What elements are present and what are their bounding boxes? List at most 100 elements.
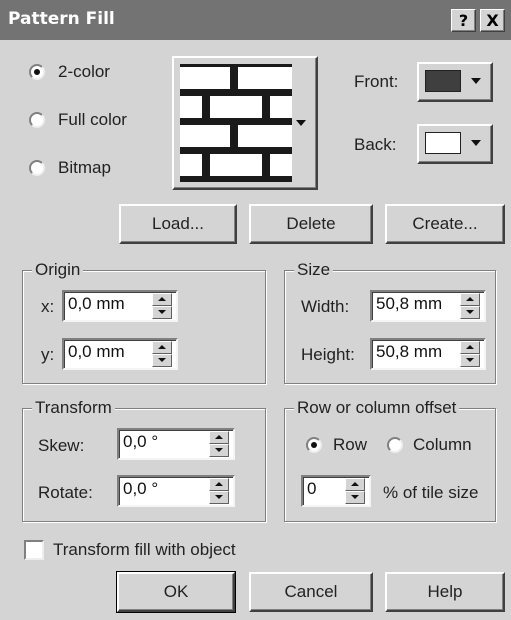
size-height-value: 50,8 mm <box>376 342 443 361</box>
spin-up-button[interactable] <box>460 341 480 354</box>
offset-unit-label: % of tile size <box>383 483 479 502</box>
offset-group-title: Row or column offset <box>294 398 460 418</box>
offset-value-field[interactable]: 0 <box>301 475 371 507</box>
spin-up-button[interactable] <box>209 478 229 491</box>
arrow-down-icon <box>215 495 223 499</box>
origin-y-value: 0,0 mm <box>68 342 125 361</box>
chevron-down-icon <box>471 78 481 84</box>
spin-up-button[interactable] <box>460 293 480 306</box>
offset-value: 0 <box>307 479 317 498</box>
close-title-button[interactable]: X <box>480 9 505 32</box>
radio-row[interactable] <box>306 437 322 453</box>
pattern-picker-button[interactable] <box>172 56 318 190</box>
brick <box>180 96 202 118</box>
brick <box>180 154 202 176</box>
arrow-down-icon <box>466 358 474 362</box>
transform-fill-label: Transform fill with object <box>53 540 236 559</box>
arrow-down-icon <box>351 495 359 499</box>
spin-down-button[interactable] <box>460 306 480 319</box>
arrow-down-icon <box>466 310 474 314</box>
back-color-label: Back: <box>354 135 397 154</box>
size-height-stepper[interactable] <box>460 341 480 367</box>
ok-button[interactable]: OK <box>116 571 236 613</box>
radio-selected-dot <box>34 69 40 75</box>
origin-y-stepper[interactable] <box>152 341 172 367</box>
radio-selected-dot <box>311 442 317 448</box>
radio-column-label: Column <box>413 435 472 454</box>
brick <box>270 154 292 176</box>
offset-stepper[interactable] <box>345 478 365 504</box>
rotate-value: 0,0 ° <box>123 479 159 498</box>
origin-y-label: y: <box>41 345 55 364</box>
rotate-label: Rotate: <box>38 483 93 502</box>
radio-row-label: Row <box>333 435 368 454</box>
arrow-down-icon <box>158 310 166 314</box>
chevron-down-icon <box>296 120 306 126</box>
spin-down-button[interactable] <box>209 491 229 504</box>
spin-up-button[interactable] <box>209 431 229 444</box>
arrow-up-icon <box>351 482 359 486</box>
chevron-down-icon <box>471 140 481 146</box>
spin-up-button[interactable] <box>152 341 172 354</box>
arrow-down-icon <box>158 358 166 362</box>
transform-fill-checkbox[interactable] <box>24 540 44 560</box>
brick-pattern-icon <box>180 64 292 182</box>
radio-column[interactable] <box>387 437 403 453</box>
dialog-title: Pattern Fill <box>8 9 115 29</box>
arrow-up-icon <box>466 345 474 349</box>
help-title-button[interactable]: ? <box>451 9 476 32</box>
arrow-up-icon <box>466 297 474 301</box>
arrow-down-icon <box>215 448 223 452</box>
size-width-label: Width: <box>301 297 350 316</box>
radio-bitmap[interactable] <box>29 160 45 176</box>
brick <box>238 67 292 89</box>
create-button[interactable]: Create... <box>385 204 505 244</box>
help-button[interactable]: Help <box>385 572 505 612</box>
rotate-field[interactable]: 0,0 ° <box>117 475 235 507</box>
radio-full-color-label: Full color <box>58 110 127 129</box>
arrow-up-icon <box>158 297 166 301</box>
back-color-button[interactable] <box>417 124 493 164</box>
spin-up-button[interactable] <box>152 293 172 306</box>
brick <box>180 125 230 147</box>
size-width-value: 50,8 mm <box>376 294 443 313</box>
origin-x-field[interactable]: 0,0 mm <box>62 290 178 322</box>
size-width-field[interactable]: 50,8 mm <box>370 290 486 322</box>
brick <box>180 67 230 89</box>
spin-down-button[interactable] <box>460 354 480 367</box>
brick <box>210 154 262 176</box>
size-width-stepper[interactable] <box>460 293 480 319</box>
origin-x-stepper[interactable] <box>152 293 172 319</box>
delete-button[interactable]: Delete <box>249 204 373 244</box>
load-button[interactable]: Load... <box>119 204 237 244</box>
spin-down-button[interactable] <box>209 444 229 457</box>
skew-value: 0,0 ° <box>123 432 159 451</box>
skew-stepper[interactable] <box>209 431 229 457</box>
spin-down-button[interactable] <box>152 354 172 367</box>
skew-label: Skew: <box>38 436 85 455</box>
cancel-button[interactable]: Cancel <box>249 572 373 612</box>
back-color-swatch <box>425 132 461 154</box>
size-height-field[interactable]: 50,8 mm <box>370 338 486 370</box>
arrow-up-icon <box>215 482 223 486</box>
radio-2-color-label: 2-color <box>58 62 110 81</box>
rotate-stepper[interactable] <box>209 478 229 504</box>
origin-y-field[interactable]: 0,0 mm <box>62 338 178 370</box>
radio-full-color[interactable] <box>29 112 45 128</box>
origin-x-value: 0,0 mm <box>68 294 125 313</box>
skew-field[interactable]: 0,0 ° <box>117 428 235 460</box>
radio-2-color[interactable] <box>29 64 45 80</box>
title-bar[interactable]: Pattern Fill ? X <box>0 0 511 40</box>
origin-x-label: x: <box>41 297 55 316</box>
size-group-title: Size <box>294 260 334 280</box>
transform-group-title: Transform <box>32 398 115 418</box>
spin-down-button[interactable] <box>345 491 365 504</box>
brick <box>210 96 262 118</box>
size-height-label: Height: <box>301 345 355 364</box>
spin-up-button[interactable] <box>345 478 365 491</box>
spin-down-button[interactable] <box>152 306 172 319</box>
front-color-button[interactable] <box>417 62 493 102</box>
front-color-label: Front: <box>354 72 399 91</box>
origin-group-title: Origin <box>32 260 84 280</box>
pattern-fill-dialog: Pattern Fill ? X 2-color Full color Bitm… <box>0 0 511 620</box>
